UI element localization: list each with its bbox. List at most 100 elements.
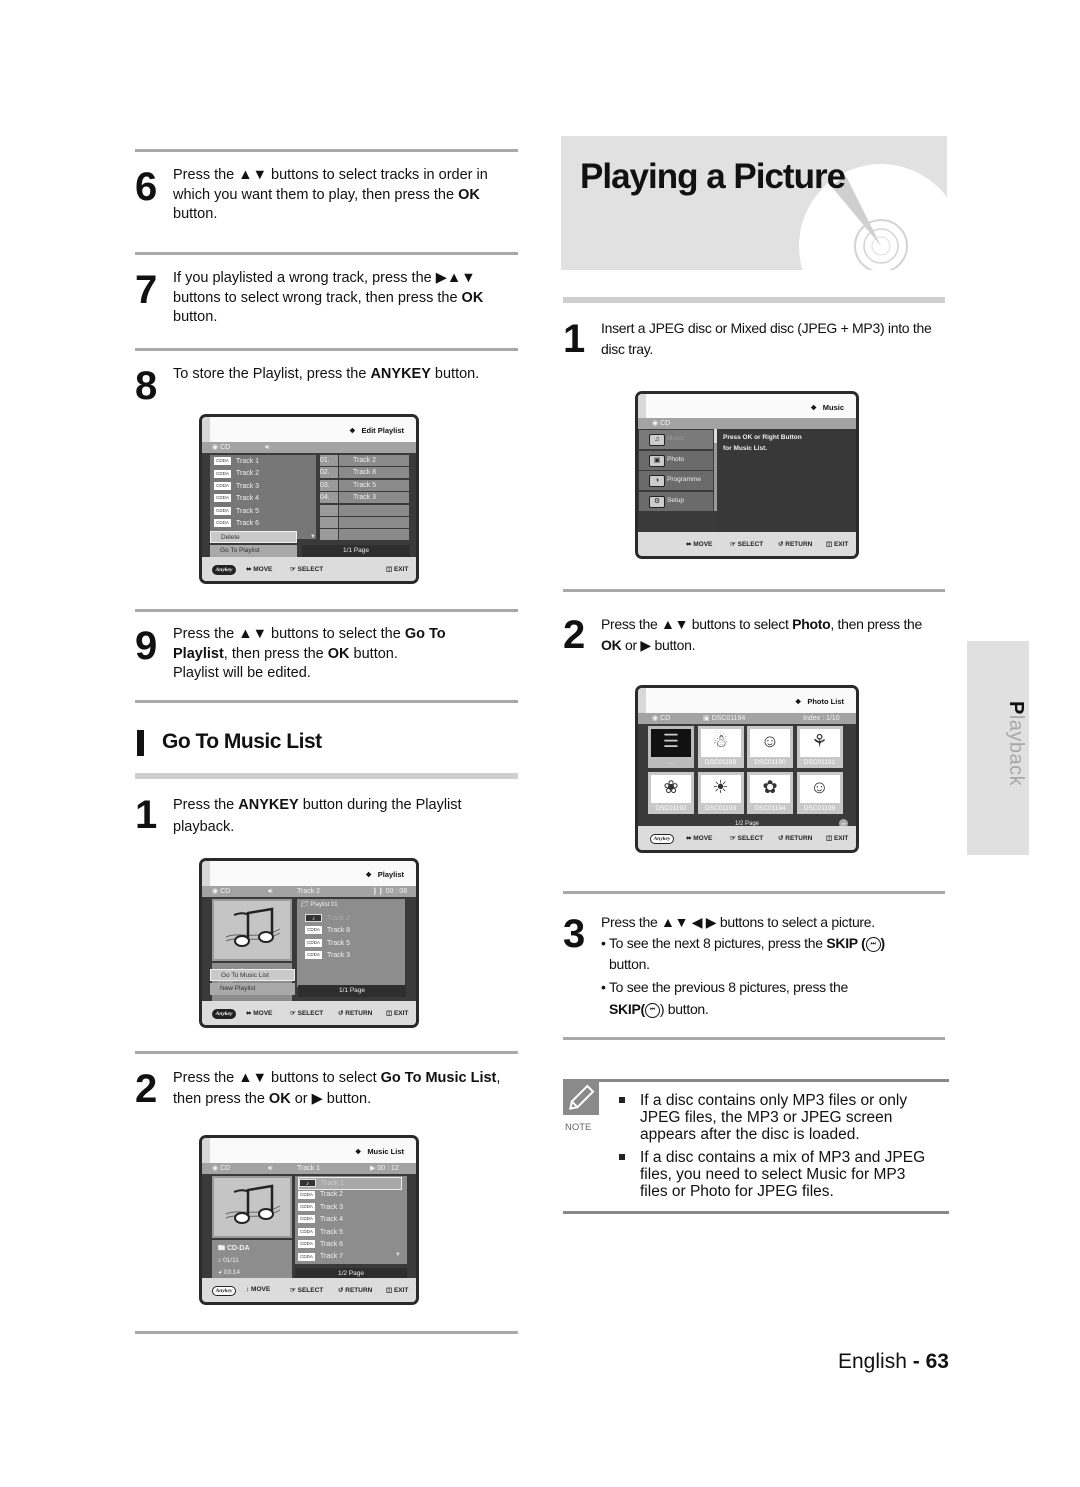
bullet-icon	[619, 1097, 625, 1103]
note-line: If a disc contains only MP3 files or onl…	[640, 1092, 908, 1109]
photo-thumbnail[interactable]: ☺ DSC01190	[747, 726, 793, 768]
playlist-slot[interactable]: Track 8	[339, 467, 409, 479]
exit-hint: ◫ EXIT	[826, 835, 849, 842]
picture-icon: ☺	[760, 731, 780, 751]
photo-thumbnail[interactable]: ❀ DSC01192	[648, 772, 694, 814]
track-label: Track 5	[327, 939, 351, 947]
track-label: Track 4	[320, 1216, 344, 1224]
track-item[interactable]: CDDA Track 2	[214, 468, 259, 479]
playlist-track-panel: 📁︎ Playlist 01 ♪ Track 2 CDDA Track 8 CDDA Tr…	[297, 899, 405, 987]
track-label: Track 6	[236, 520, 260, 527]
track-item[interactable]: CDDA Track 6	[298, 1239, 343, 1250]
anykey-icon: Anykey	[212, 1009, 236, 1019]
go-to-music-list-option[interactable]: Go To Music List	[210, 969, 295, 981]
track-item[interactable]: ♪ Track 1	[298, 1177, 402, 1190]
menu-item-photo[interactable]: ▣ Photo	[639, 450, 713, 470]
note-line: files, you need to select Music for MP3	[640, 1166, 906, 1183]
playlist-slot-number: 03.	[320, 479, 338, 491]
move-hint: ⬌ MOVE	[246, 566, 273, 573]
track-label: Track 8	[327, 927, 351, 935]
scroll-down-icon: ▼	[395, 1252, 401, 1258]
menu-item-setup[interactable]: ⚙ Setup	[639, 491, 713, 511]
track-label: Track 5	[320, 1228, 344, 1236]
playlist-slot[interactable]	[339, 504, 409, 516]
track-item[interactable]: CDDA Track 6	[214, 518, 259, 529]
disc-indicator: ◉ CD	[652, 715, 671, 722]
playlist-slot-number	[320, 529, 338, 541]
track-label: Track 2	[320, 1191, 344, 1199]
cdda-badge-icon: CDDA	[214, 481, 231, 490]
message-panel: Press OK or Right Button for Music List.	[718, 429, 856, 532]
playback-time: ▶ 00 : 12	[370, 1165, 399, 1172]
track-item[interactable]: CDDA Track 4	[214, 493, 259, 504]
music-track-panel: ♪ Track 1 CDDA Track 2 CDDA Track 3 CDDA Track …	[295, 1176, 407, 1264]
track-item[interactable]: CDDA Track 3	[298, 1202, 343, 1213]
bullet-icon	[619, 1154, 625, 1160]
menu-item-label: Setup	[667, 496, 684, 504]
step-number: 6	[135, 165, 158, 209]
move-hint: ⬌ MOVE	[686, 541, 713, 548]
track-item[interactable]: CDDA Track 2	[298, 1189, 343, 1200]
track-item[interactable]: ♪ Track 2	[305, 913, 350, 924]
cdda-badge-icon: CDDA	[214, 494, 231, 503]
playlist-slot[interactable]: Track 5	[339, 479, 409, 491]
music-note-artwork	[212, 899, 292, 961]
track-item[interactable]: CDDA Track 3	[214, 481, 259, 492]
picture-icon: ☃	[712, 731, 729, 751]
audio-icon: 🔊︎	[265, 444, 270, 451]
control-bar: ⬌ MOVE ☞ SELECT ↺ RETURN ◫ EXIT	[638, 532, 856, 556]
thumbnail-caption: DSC01199	[803, 805, 836, 812]
track-item[interactable]: CDDA Track 5	[214, 506, 259, 517]
track-item[interactable]: CDDA Track 5	[305, 938, 350, 949]
track-label: Track 2	[327, 915, 351, 922]
track-label: Track 3	[327, 951, 351, 959]
return-hint: ↺ RETURN	[778, 835, 813, 842]
step-text: Press the ▲▼ buttons to select Go To Mus…	[173, 1070, 501, 1107]
track-label: Track 6	[320, 1241, 344, 1248]
current-photo: ▣ DSC01194	[703, 715, 746, 722]
thumbnail-image: ⚘	[799, 729, 840, 757]
track-item[interactable]: CDDA Track 8	[305, 925, 350, 936]
track-item[interactable]: CDDA Track 3	[305, 950, 350, 961]
status-bar: ◉ CD 🔊︎	[202, 442, 416, 453]
track-item[interactable]: CDDA Track 1	[214, 456, 259, 467]
playlist-slot[interactable]	[339, 529, 409, 541]
playlist-slot[interactable]: Track 2	[339, 455, 409, 466]
photo-thumbnail[interactable]: ☃ DSC01189	[697, 726, 744, 768]
photo-thumbnail[interactable]: ☺ DSC01199	[796, 772, 843, 814]
step-number: 7	[135, 268, 158, 312]
picture-icon: ☺	[810, 777, 829, 797]
step-text: Press the ▲▼ ◀ ▶ buttons to select a pic…	[601, 914, 885, 972]
go-to-playlist-option[interactable]: Go To Playlist	[210, 545, 297, 557]
track-item[interactable]: CDDA Track 4	[298, 1214, 343, 1225]
track-item[interactable]: CDDA Track 7	[298, 1251, 343, 1262]
screen-title: Edit Playlist	[349, 426, 404, 435]
playlist-slot[interactable]: Track 3	[339, 492, 409, 504]
status-bar: ◉ CD 🔊︎ Track 2 ❙❙ 00 : 08	[202, 886, 416, 897]
folder-label: 📁︎ Playlist 01	[301, 902, 338, 908]
photo-thumbnail[interactable]: ⚘ DSC01191	[796, 726, 843, 768]
photo-thumbnail[interactable]: ☀ DSC01193	[697, 772, 744, 814]
new-playlist-option[interactable]: New Playlist	[210, 983, 295, 995]
disc-type: 🖿︎ CD-DA	[218, 1245, 250, 1252]
step-number: 1	[135, 793, 158, 837]
cdda-badge-icon: CDDA	[298, 1227, 315, 1236]
scrollbar-thumb[interactable]	[714, 429, 717, 443]
photo-thumbnail[interactable]: ☰..	[648, 726, 694, 768]
playlist-slot[interactable]	[339, 517, 409, 528]
menu-item-programme[interactable]: ◑ Programme	[639, 471, 713, 490]
note-label: NOTE	[565, 1122, 592, 1133]
thumbnail-caption: DSC01193	[704, 805, 737, 812]
divider	[135, 609, 518, 612]
cdda-badge-icon: CDDA	[214, 469, 231, 478]
photo-thumbnail[interactable]: ✿ DSC01194	[747, 772, 793, 814]
track-item[interactable]: CDDA Track 5	[298, 1227, 343, 1238]
section-marker	[137, 730, 144, 756]
delete-option[interactable]: Delete	[210, 531, 297, 543]
step-text-2: • To see the previous 8 pictures, press …	[601, 979, 848, 1018]
now-playing-icon: ♪	[299, 1179, 316, 1188]
track-count: ♪ 01/11	[218, 1257, 239, 1264]
music-list-screen: Music List ◉ CD 🔊︎ Track 1 ▶ 00 : 12 🖿︎ …	[199, 1135, 419, 1305]
speaker-icon: 🔊︎	[268, 1165, 273, 1172]
menu-item-music[interactable]: ♫ Music	[639, 430, 713, 449]
